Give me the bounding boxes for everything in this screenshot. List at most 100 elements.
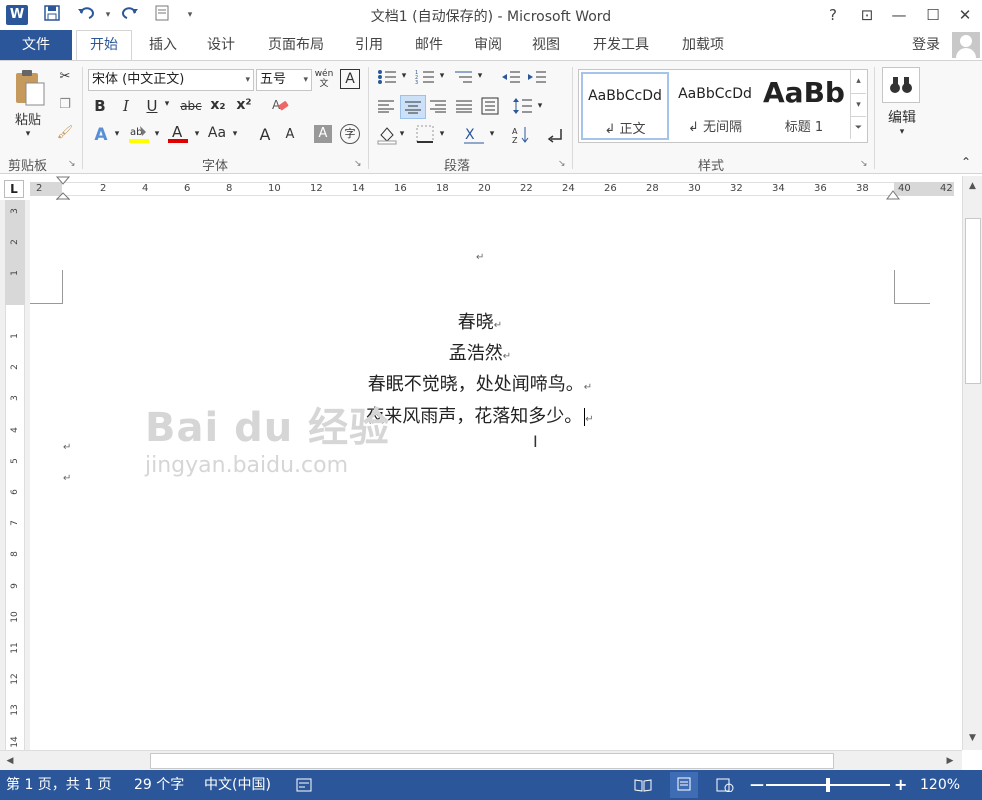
tab-view[interactable]: 视图: [522, 30, 570, 60]
numbering-icon[interactable]: 123: [414, 69, 436, 89]
bold-button[interactable]: B: [92, 97, 108, 115]
close-icon[interactable]: ✕: [950, 3, 980, 27]
tab-mailings[interactable]: 邮件: [404, 30, 454, 60]
editing-button[interactable]: 编辑: [884, 107, 920, 127]
decrease-indent-icon[interactable]: [500, 69, 522, 89]
font-name-combo[interactable]: 宋体 (中文正文) ▾: [88, 69, 254, 91]
style-heading-1[interactable]: AaBb 标题 1: [761, 72, 847, 140]
paste-button[interactable]: 粘贴: [10, 109, 46, 128]
align-center-button[interactable]: [400, 95, 426, 119]
character-border-icon[interactable]: A: [340, 69, 360, 89]
distributed-icon[interactable]: [480, 97, 500, 119]
cut-icon[interactable]: ✂: [56, 69, 74, 84]
shading-icon[interactable]: [376, 125, 398, 149]
tab-page-layout[interactable]: 页面布局: [258, 30, 334, 60]
character-shading-icon[interactable]: A: [314, 125, 332, 143]
paragraph-launcher-icon[interactable]: ↘: [558, 159, 566, 169]
editing-dropdown-icon[interactable]: ▾: [896, 127, 908, 137]
print-layout-icon[interactable]: [670, 772, 698, 798]
tab-home[interactable]: 开始: [76, 30, 132, 60]
maximize-icon[interactable]: ☐: [918, 3, 948, 27]
text-effects-icon[interactable]: A: [92, 125, 110, 145]
multilevel-dropdown-icon[interactable]: ▾: [476, 71, 484, 81]
web-layout-icon[interactable]: [716, 770, 734, 800]
highlight-dropdown-icon[interactable]: ▾: [152, 129, 162, 139]
chinese-layout-icon[interactable]: X: [462, 125, 486, 149]
macro-record-icon[interactable]: [296, 770, 312, 800]
change-case-button[interactable]: Aa: [206, 125, 228, 141]
vertical-scrollbar[interactable]: ▲ ▼: [962, 176, 982, 750]
font-size-combo[interactable]: 五号 ▾: [256, 69, 312, 91]
line-spacing-icon[interactable]: [512, 97, 534, 119]
vertical-scroll-thumb[interactable]: [965, 218, 981, 384]
paste-icon[interactable]: [10, 69, 50, 107]
tab-review[interactable]: 审阅: [464, 30, 512, 60]
style-normal[interactable]: AaBbCcDd ↲ 正文: [581, 72, 669, 140]
change-case-dropdown-icon[interactable]: ▾: [230, 129, 240, 139]
document-page[interactable]: ↵ 春晓↵ 孟浩然↵ 春眠不觉晓，处处闻啼鸟。↵ 夜来风雨声，花落知多少。 ↵ ↵…: [30, 200, 962, 750]
horizontal-scroll-thumb[interactable]: [150, 753, 834, 769]
borders-icon[interactable]: [414, 125, 436, 147]
styles-scroll-up-icon[interactable]: ▴: [850, 70, 866, 93]
font-launcher-icon[interactable]: ↘: [354, 159, 362, 169]
find-binoculars-icon[interactable]: [882, 67, 920, 103]
zoom-level[interactable]: 120%: [920, 770, 960, 800]
zoom-slider-thumb[interactable]: [826, 778, 830, 792]
styles-launcher-icon[interactable]: ↘: [860, 159, 868, 169]
save-icon[interactable]: [40, 5, 64, 25]
highlight-color-icon[interactable]: ab: [128, 123, 150, 145]
scroll-down-icon[interactable]: ▼: [963, 730, 982, 746]
tab-addins[interactable]: 加载项: [672, 30, 734, 60]
print-preview-icon[interactable]: [150, 5, 174, 25]
scroll-right-icon[interactable]: ▶: [942, 752, 958, 770]
bullets-dropdown-icon[interactable]: ▾: [400, 71, 408, 81]
grow-font-button[interactable]: A: [256, 125, 274, 144]
clipboard-launcher-icon[interactable]: ↘: [68, 159, 76, 169]
sort-icon[interactable]: AZ: [510, 125, 532, 149]
language-indicator[interactable]: 中文(中国): [204, 770, 271, 800]
paste-dropdown-icon[interactable]: ▾: [22, 129, 34, 139]
tab-design[interactable]: 设计: [196, 30, 246, 60]
shrink-font-button[interactable]: A: [282, 127, 298, 142]
borders-dropdown-icon[interactable]: ▾: [438, 129, 446, 139]
increase-indent-icon[interactable]: [526, 69, 548, 89]
tab-file[interactable]: 文件: [0, 30, 72, 60]
subscript-button[interactable]: x₂: [208, 97, 228, 113]
enclose-characters-icon[interactable]: 字: [340, 124, 360, 144]
justify-icon[interactable]: [454, 99, 474, 117]
show-hide-marks-icon[interactable]: [544, 125, 566, 149]
zoom-in-button[interactable]: +: [894, 770, 907, 800]
scroll-left-icon[interactable]: ◀: [2, 752, 18, 770]
sign-in-link[interactable]: 登录: [912, 30, 940, 60]
line-spacing-dropdown-icon[interactable]: ▾: [536, 101, 544, 111]
collapse-ribbon-icon[interactable]: ⌃: [958, 155, 974, 169]
undo-icon[interactable]: [74, 5, 98, 25]
tab-developer[interactable]: 开发工具: [584, 30, 658, 60]
phonetic-guide-icon[interactable]: wén 文: [314, 69, 334, 89]
underline-button[interactable]: U: [144, 97, 160, 115]
tab-selector[interactable]: L: [4, 180, 24, 198]
word-count[interactable]: 29 个字: [134, 770, 184, 800]
italic-button[interactable]: I: [118, 97, 134, 115]
right-indent-handle[interactable]: [886, 190, 900, 200]
zoom-out-button[interactable]: —: [750, 770, 764, 800]
avatar[interactable]: [952, 32, 980, 58]
clear-formatting-icon[interactable]: A: [270, 97, 290, 117]
underline-dropdown-icon[interactable]: ▾: [162, 99, 172, 109]
styles-scroll-down-icon[interactable]: ▾: [850, 93, 866, 116]
shading-dropdown-icon[interactable]: ▾: [398, 129, 406, 139]
text-effects-dropdown-icon[interactable]: ▾: [112, 129, 122, 139]
help-icon[interactable]: ?: [818, 3, 848, 27]
redo-icon[interactable]: [118, 5, 142, 25]
format-painter-icon[interactable]: 🖌: [56, 125, 74, 140]
page-count[interactable]: 第 1 页，共 1 页: [6, 770, 112, 800]
undo-dropdown-icon[interactable]: ▾: [96, 5, 120, 25]
font-color-dropdown-icon[interactable]: ▾: [192, 129, 202, 139]
tab-references[interactable]: 引用: [346, 30, 392, 60]
strikethrough-button[interactable]: abc: [178, 99, 204, 113]
bullets-icon[interactable]: [376, 69, 398, 89]
chinese-layout-dropdown-icon[interactable]: ▾: [488, 129, 496, 139]
tab-insert[interactable]: 插入: [138, 30, 188, 60]
align-right-icon[interactable]: [428, 99, 448, 117]
font-color-icon[interactable]: A: [168, 123, 188, 145]
